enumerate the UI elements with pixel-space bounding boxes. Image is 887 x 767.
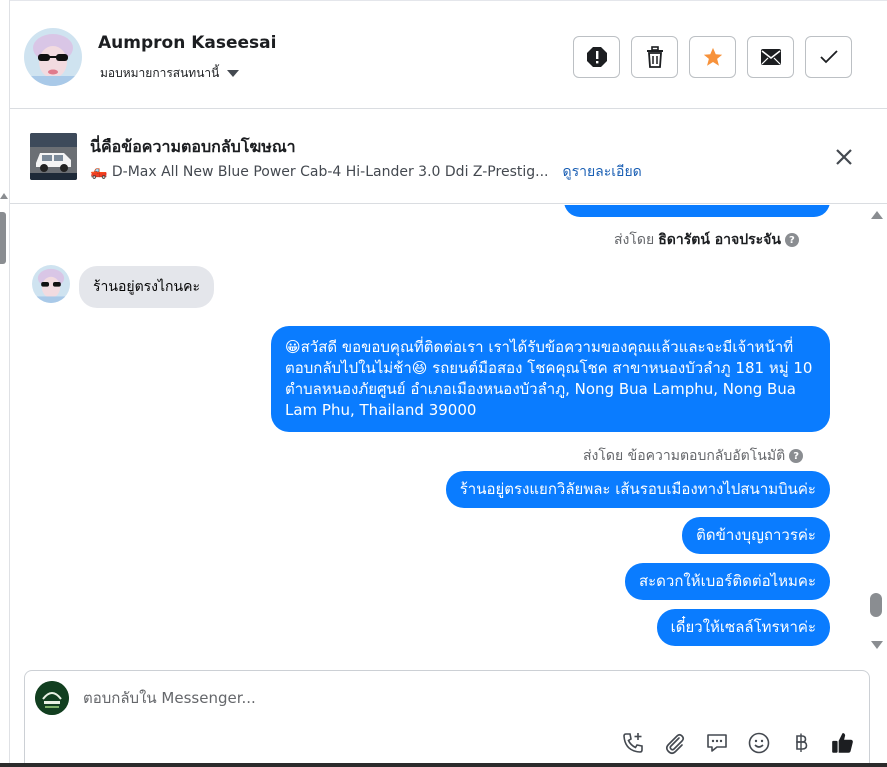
emoji-button[interactable]: [745, 729, 773, 757]
ad-details-link[interactable]: ดูรายละเอียด: [562, 161, 641, 183]
mark-unread-button[interactable]: [747, 36, 794, 78]
page-avatar: [35, 681, 69, 715]
mark-spam-button[interactable]: [573, 36, 620, 78]
close-ad-banner-button[interactable]: [832, 145, 856, 169]
help-icon[interactable]: ?: [789, 449, 804, 463]
thread-scrollbar[interactable]: [866, 205, 887, 665]
emoji-icon: [748, 732, 770, 754]
ad-title: นี่คือข้อความตอบกลับโฆษณา: [90, 137, 296, 156]
delete-button[interactable]: [631, 36, 678, 78]
phone-plus-icon: [623, 733, 643, 753]
message-composer: [24, 670, 870, 767]
attach-button[interactable]: [661, 729, 689, 757]
message-bubble-outgoing[interactable]: ร้านอยู่ตรงแยกวิลัยพละ เส้นรอบเมืองทางไป…: [445, 471, 830, 508]
saved-reply-icon: [707, 734, 727, 752]
sent-by-agent-name[interactable]: ธิดารัตน์ อาจประจัน: [658, 229, 781, 251]
taskbar-edge: [0, 763, 887, 767]
sent-by-auto-label: ส่งโดย ข้อความตอบกลับอัตโนมัติ: [583, 448, 786, 464]
auto-reply-bubble[interactable]: 😀สวัสดี ขอขอบคุณที่ติดต่อเรา เราได้รับข้…: [271, 326, 830, 432]
mark-done-button[interactable]: [805, 36, 852, 78]
conversation-header: Aumpron Kaseesai มอบหมายการสนทนานี้: [10, 0, 887, 109]
payment-button[interactable]: [787, 729, 815, 757]
message-bubble-outgoing[interactable]: เดี๋ยวให้เซลล์โทรหาค่ะ: [656, 609, 830, 646]
saved-replies-button[interactable]: [703, 729, 731, 757]
close-icon: [836, 149, 852, 165]
composer-toolbar: [619, 729, 857, 757]
chevron-down-icon: [227, 70, 240, 77]
assign-label: มอบหมายการสนทนานี้: [100, 66, 220, 80]
scroll-up-arrow-icon[interactable]: [871, 211, 883, 219]
thumbs-up-icon: [832, 733, 853, 753]
like-button[interactable]: [829, 729, 857, 757]
message-bubble-outgoing-partial: [564, 205, 830, 217]
check-icon: [819, 50, 838, 64]
message-bubble-outgoing[interactable]: สะดวกให้เบอร์ติดต่อไหมคะ: [624, 563, 830, 600]
header-actions: [573, 36, 852, 78]
spam-icon: [586, 47, 607, 67]
star-icon: [703, 47, 722, 66]
mail-icon: [760, 49, 781, 65]
ad-product: 🛻 D-Max All New Blue Power Cab-4 Hi-Land…: [90, 164, 549, 180]
assign-conversation-dropdown[interactable]: มอบหมายการสนทนานี้: [100, 64, 240, 83]
contact-avatar-small[interactable]: [32, 265, 70, 303]
star-button[interactable]: [689, 36, 736, 78]
scroll-down-arrow-icon[interactable]: [871, 641, 883, 649]
baht-icon: [796, 733, 808, 752]
contact-avatar[interactable]: [24, 28, 82, 86]
contact-name: Aumpron Kaseesai: [98, 33, 277, 53]
paperclip-icon: [665, 733, 685, 755]
ad-reply-banner: นี่คือข้อความตอบกลับโฆษณา 🛻 D-Max All Ne…: [10, 109, 887, 204]
trash-icon: [646, 46, 663, 68]
left-gutter: [0, 0, 9, 767]
message-bubble-incoming[interactable]: ร้านอยู่ตรงไกนคะ: [79, 266, 214, 308]
sent-by-prefix: ส่งโดย: [614, 232, 655, 248]
left-scrollbar-thumb[interactable]: [0, 212, 6, 264]
scrollbar-thumb[interactable]: [870, 593, 882, 617]
reply-input[interactable]: [83, 685, 843, 711]
message-thread[interactable]: ส่งโดย ธิดารัตน์ อาจประจัน ? ร้านอยู่ตรง…: [10, 205, 866, 665]
help-icon[interactable]: ?: [784, 233, 799, 247]
ad-product-line: 🛻 D-Max All New Blue Power Cab-4 Hi-Land…: [90, 161, 642, 183]
sent-by-agent: ส่งโดย ธิดารัตน์ อาจประจัน ?: [614, 229, 799, 251]
ad-thumbnail[interactable]: [30, 133, 77, 180]
scroll-up-arrow-icon[interactable]: [0, 193, 8, 199]
message-bubble-outgoing[interactable]: ติดข้างบุญถาวรค่ะ: [682, 517, 830, 554]
sent-by-auto-reply: ส่งโดย ข้อความตอบกลับอัตโนมัติ ?: [583, 445, 804, 467]
call-button[interactable]: [619, 729, 647, 757]
